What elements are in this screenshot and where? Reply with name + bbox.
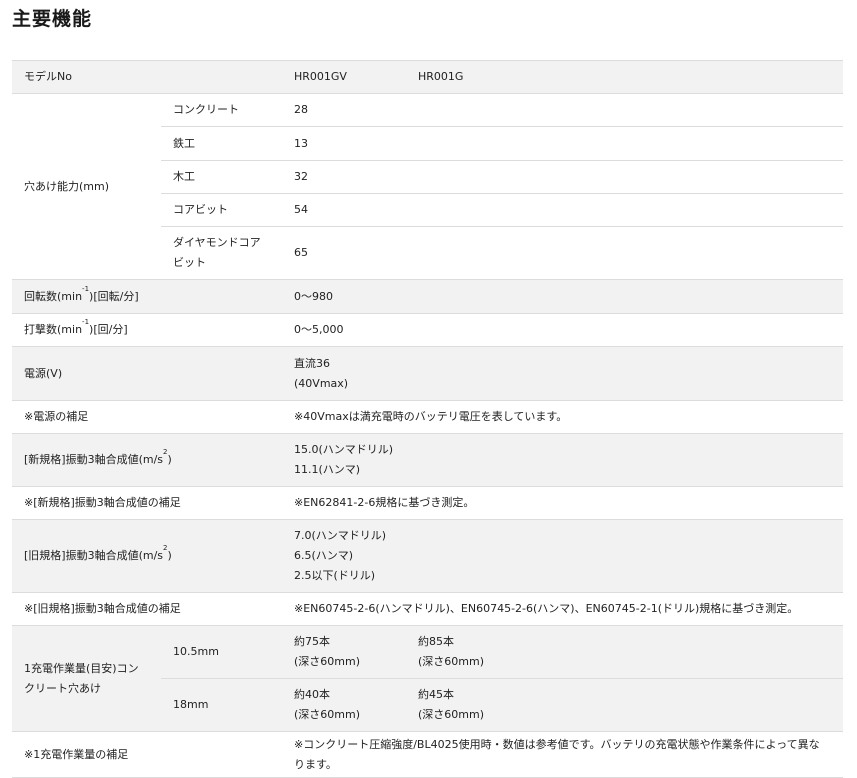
drill-item-label: 鉄工 <box>161 126 282 161</box>
work-note-label: ※1充電作業量の補足 <box>12 731 282 778</box>
power-label: 電源(V) <box>12 346 282 401</box>
spec-row-vibration-old-note: ※[旧規格]振動3軸合成値の補足 ※EN60745-2-6(ハンマドリル)、EN… <box>12 592 843 626</box>
spec-row-impact: 打撃数(min-1)[回/分] 0〜5,000 <box>12 313 843 347</box>
work-note-line: ※コンクリート圧縮強度/BL4025使用時・数値は参考値です。バッテリの充電状態… <box>294 737 820 751</box>
vibration-old-note-value: ※EN60745-2-6(ハンマドリル)、EN60745-2-6(ハンマ)、EN… <box>282 592 843 626</box>
drill-item-value: 28 <box>282 93 843 127</box>
work-size: 18mm <box>161 678 282 732</box>
work-size: 10.5mm <box>161 625 282 679</box>
page-title: 主要機能 <box>12 8 93 30</box>
vibration-new-value: 15.0(ハンマドリル) 11.1(ハンマ) <box>282 433 843 487</box>
vibration-old-line: 6.5(ハンマ) <box>294 549 354 562</box>
work-value-hr001g: 約45本 (深さ60mm) <box>406 678 843 732</box>
power-value-line: (40Vmax) <box>294 376 349 390</box>
work-note-value: ※コンクリート圧縮強度/BL4025使用時・数値は参考値です。バッテリの充電状態… <box>282 731 843 778</box>
drill-item-value: 65 <box>282 226 843 280</box>
work-value-hr001g: 約85本 (深さ60mm) <box>406 625 843 679</box>
power-note-label: ※電源の補足 <box>12 400 282 434</box>
rotation-value: 0〜980 <box>282 279 843 314</box>
spec-table: モデルNo HR001GV HR001G 穴あけ能力(mm) コンクリート 28… <box>12 60 843 778</box>
model-hr001g: HR001G <box>406 60 843 94</box>
work-label-line: 1充電作業量(目安)コン <box>24 661 139 675</box>
spec-row-vibration-new-note: ※[新規格]振動3軸合成値の補足 ※EN62841-2-6規格に基づき測定。 <box>12 486 843 520</box>
vibration-new-note-label: ※[新規格]振動3軸合成値の補足 <box>12 486 282 520</box>
work-value-hr001gv: 約40本 (深さ60mm) <box>282 678 406 732</box>
drill-item-label: 木工 <box>161 160 282 194</box>
work-note-line: ります。 <box>294 757 337 771</box>
power-note-value: ※40Vmaxは満充電時のバッテリ電圧を表しています。 <box>282 400 843 434</box>
drill-item-label: コアビット <box>161 193 282 227</box>
spec-row-work-note: ※1充電作業量の補足 ※コンクリート圧縮強度/BL4025使用時・数値は参考値で… <box>12 731 843 778</box>
drill-item-label-line: ビット <box>173 256 206 269</box>
vibration-new-line: 15.0(ハンマドリル) <box>294 443 394 456</box>
rotation-label: 回転数(min-1)[回転/分] <box>12 279 282 314</box>
vibration-new-label: [新規格]振動3軸合成値(m/s2) <box>12 433 282 487</box>
power-value-line: 直流36 <box>294 356 330 370</box>
impact-value: 0〜5,000 <box>282 313 843 347</box>
work-value-hr001gv: 約75本 (深さ60mm) <box>282 625 406 679</box>
drill-item-value: 32 <box>282 160 843 194</box>
spec-row-power: 電源(V) 直流36 (40Vmax) <box>12 346 843 401</box>
spec-row-vibration-old: [旧規格]振動3軸合成値(m/s2) 7.0(ハンマドリル) 6.5(ハンマ) … <box>12 519 843 593</box>
vibration-new-line: 11.1(ハンマ) <box>294 463 361 476</box>
power-value: 直流36 (40Vmax) <box>282 346 843 401</box>
spec-row-model: モデルNo HR001GV HR001G <box>12 60 843 94</box>
work-label-line: クリート穴あけ <box>24 681 101 695</box>
vibration-old-line: 2.5以下(ドリル) <box>294 569 376 582</box>
spec-row-vibration-new: [新規格]振動3軸合成値(m/s2) 15.0(ハンマドリル) 11.1(ハンマ… <box>12 433 843 487</box>
spec-row-work-10-5: 1充電作業量(目安)コン クリート穴あけ 10.5mm 約75本 (深さ60mm… <box>12 625 843 732</box>
drill-item-value: 13 <box>282 126 843 161</box>
vibration-old-value: 7.0(ハンマドリル) 6.5(ハンマ) 2.5以下(ドリル) <box>282 519 843 593</box>
drilling-label: 穴あけ能力(mm) <box>12 93 161 280</box>
vibration-new-note-value: ※EN62841-2-6規格に基づき測定。 <box>282 486 843 520</box>
spec-row-drill-concrete: 穴あけ能力(mm) コンクリート 28 <box>12 93 843 280</box>
vibration-old-line: 7.0(ハンマドリル) <box>294 529 387 542</box>
drill-item-label: コンクリート <box>161 93 282 127</box>
spec-row-power-note: ※電源の補足 ※40Vmaxは満充電時のバッテリ電圧を表しています。 <box>12 400 843 434</box>
drill-item-value: 54 <box>282 193 843 227</box>
work-label: 1充電作業量(目安)コン クリート穴あけ <box>12 625 161 732</box>
drill-item-label-line: ダイヤモンドコア <box>173 236 261 249</box>
drill-item-label: ダイヤモンドコア ビット <box>161 226 282 280</box>
vibration-old-note-label: ※[旧規格]振動3軸合成値の補足 <box>12 592 282 626</box>
model-label: モデルNo <box>12 60 282 94</box>
model-hr001gv: HR001GV <box>282 60 406 94</box>
spec-row-rotation: 回転数(min-1)[回転/分] 0〜980 <box>12 279 843 314</box>
impact-label: 打撃数(min-1)[回/分] <box>12 313 282 347</box>
vibration-old-label: [旧規格]振動3軸合成値(m/s2) <box>12 519 282 593</box>
